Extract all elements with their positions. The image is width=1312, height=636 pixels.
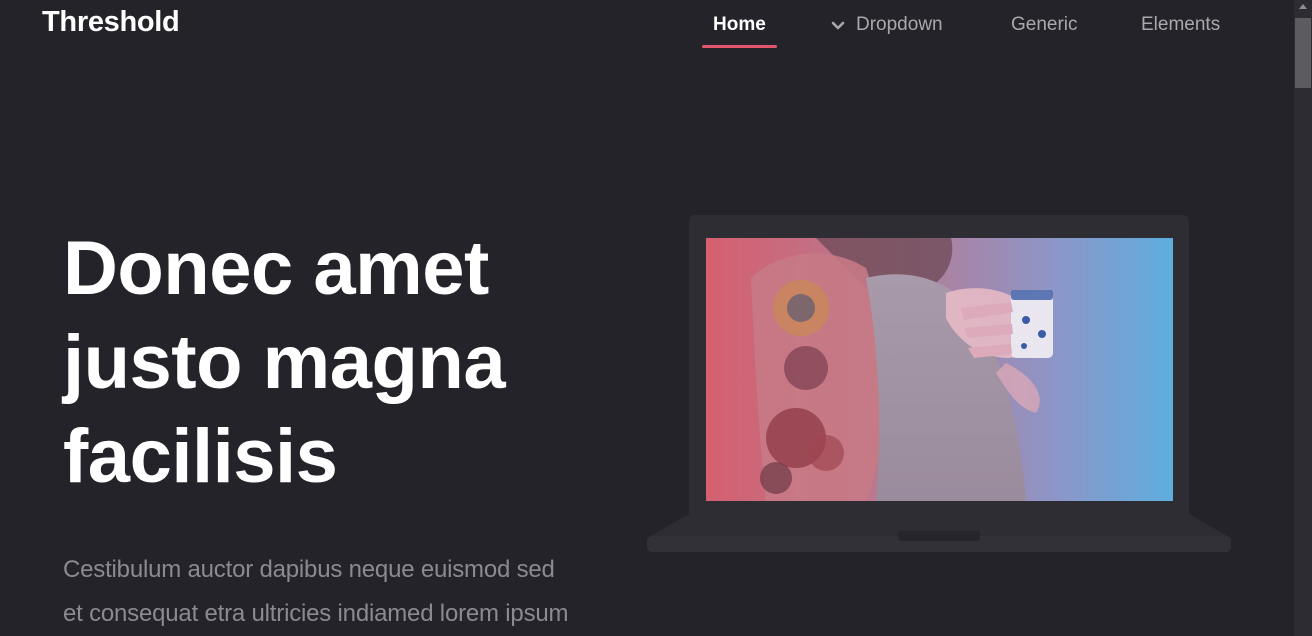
chevron-down-icon bbox=[831, 17, 845, 31]
hero-title-line: justo magna bbox=[63, 320, 506, 405]
nav-item-home[interactable]: Home bbox=[702, 14, 777, 48]
hero-description: Cestibulum auctor dapibus neque euismod … bbox=[63, 548, 603, 636]
nav-item-elements[interactable]: Elements bbox=[1141, 14, 1220, 48]
site-header: Threshold Home Dropdown Generic Elements bbox=[0, 0, 1294, 54]
laptop-base bbox=[647, 514, 1231, 552]
nav-item-label: Elements bbox=[1141, 14, 1221, 35]
nav-item-label: Generic bbox=[1011, 14, 1078, 35]
scroll-up-icon[interactable] bbox=[1299, 4, 1307, 9]
page: Threshold Home Dropdown Generic Elements bbox=[0, 0, 1312, 636]
nav-item-label: Home bbox=[713, 14, 766, 35]
hero-title-line: facilisis bbox=[63, 414, 338, 499]
laptop-screen-image bbox=[706, 238, 1173, 501]
nav-item-dropdown[interactable]: Dropdown bbox=[831, 14, 943, 48]
scrollbar-thumb[interactable] bbox=[1295, 18, 1311, 88]
hero-description-line: Cestibulum auctor dapibus neque euismod … bbox=[63, 556, 555, 583]
nav-item-label: Dropdown bbox=[856, 14, 943, 35]
page-scrollbar[interactable] bbox=[1294, 0, 1312, 636]
hero-description-line: et consequat etra ultricies indiamed lor… bbox=[63, 600, 569, 627]
nav-item-generic[interactable]: Generic bbox=[1011, 14, 1078, 48]
hero-title: Donec amet justo magna facilisis bbox=[63, 222, 623, 504]
hero-title-line: Donec amet bbox=[63, 226, 489, 311]
site-logo[interactable]: Threshold bbox=[42, 6, 180, 39]
